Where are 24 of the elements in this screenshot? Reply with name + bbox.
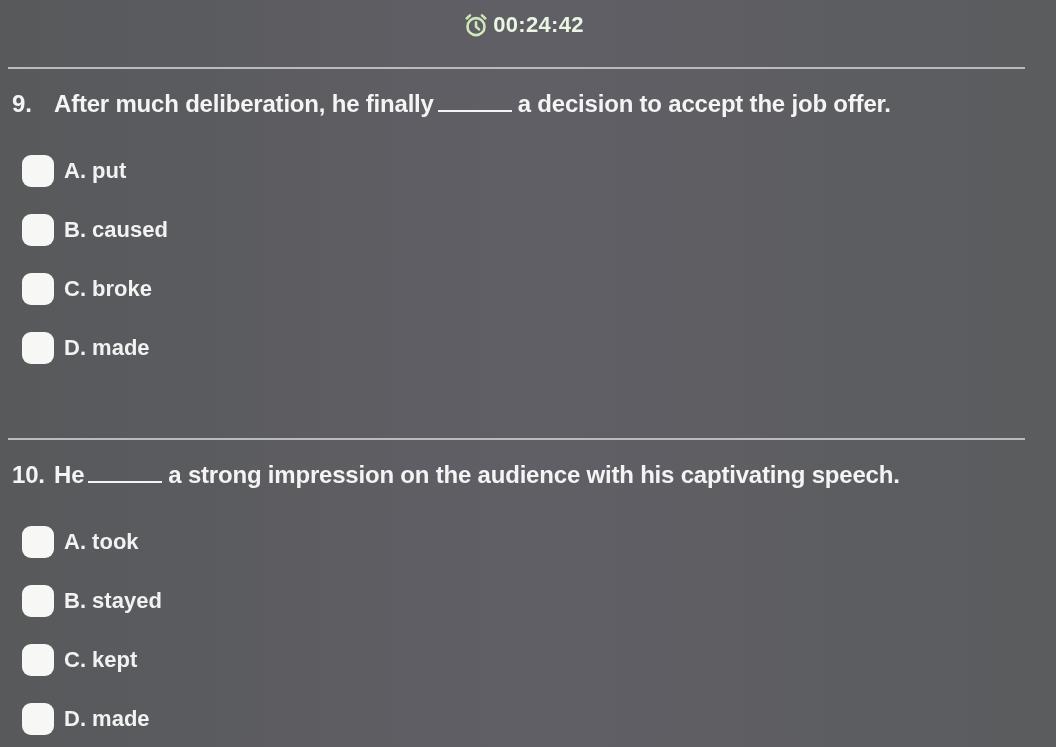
answer-checkbox[interactable] — [22, 155, 54, 187]
option-label: D. made — [64, 708, 150, 730]
question-text: a decision to accept the job offer. — [517, 89, 891, 119]
option-label: B. stayed — [64, 590, 162, 612]
answer-checkbox[interactable] — [22, 585, 54, 617]
answer-checkbox[interactable] — [22, 214, 54, 246]
answer-checkbox[interactable] — [22, 332, 54, 364]
answer-checkbox[interactable] — [22, 526, 54, 558]
answer-checkbox[interactable] — [22, 644, 54, 676]
answer-checkbox[interactable] — [22, 273, 54, 305]
option-label: D. made — [64, 337, 150, 359]
option-label: C. broke — [64, 278, 153, 300]
option-label: B. caused — [64, 219, 168, 241]
answer-checkbox[interactable] — [22, 703, 54, 735]
question-number: 9. — [12, 89, 33, 119]
timer-text: 00:24:42 — [493, 14, 584, 36]
alarm-clock-icon — [464, 13, 489, 37]
option-label: A. put — [64, 160, 127, 182]
question-text: After much deliberation, he finally — [54, 89, 434, 119]
question-text: He — [54, 460, 85, 490]
option-label: A. took — [64, 531, 139, 553]
option-label: C. kept — [64, 649, 138, 671]
question-number: 10. — [12, 460, 46, 490]
question-text: a strong impression on the audience with his captivating speech. — [168, 460, 900, 490]
